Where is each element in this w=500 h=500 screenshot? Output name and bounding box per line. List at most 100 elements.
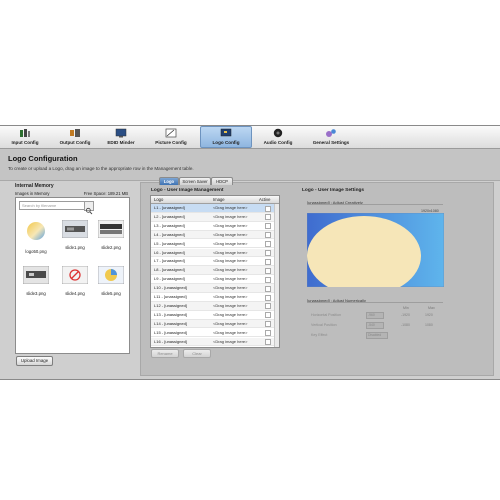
image-drop-target[interactable]: <Drag image here>	[213, 222, 247, 230]
table-row[interactable]: L9 - [unassigned] <Drag image here>	[151, 275, 279, 284]
table-row[interactable]: L10 - [unassigned] <Drag image here>	[151, 284, 279, 293]
field-label: Vertical Position	[311, 323, 337, 327]
active-checkbox[interactable]	[265, 276, 271, 283]
active-checkbox[interactable]	[265, 294, 271, 301]
active-checkbox[interactable]	[265, 330, 271, 337]
active-checkbox[interactable]	[265, 223, 271, 230]
clear-button[interactable]: Clear	[183, 349, 211, 358]
image-drop-target[interactable]: <Drag image here>	[213, 293, 247, 301]
rename-button[interactable]: Rename	[151, 349, 179, 358]
active-checkbox[interactable]	[265, 267, 271, 274]
table-row[interactable]: L13 - [unassigned] <Drag image here>	[151, 311, 279, 320]
image-drop-target[interactable]: <Drag image here>	[213, 275, 247, 283]
active-checkbox[interactable]	[265, 214, 271, 221]
table-row[interactable]: L16 - [unassigned] <Drag image here>	[151, 337, 279, 347]
toolbar-input-config[interactable]: Input Config	[10, 127, 40, 147]
tab-screen-saver[interactable]: Screen Saver	[179, 177, 211, 185]
active-checkbox[interactable]	[265, 250, 271, 256]
picture-config-icon	[165, 128, 177, 138]
active-checkbox[interactable]	[265, 241, 271, 248]
image-drop-target[interactable]: <Drag image here>	[213, 204, 247, 212]
toolbar-label: General Settings	[312, 140, 350, 145]
image-drop-target[interactable]: <Drag image here>	[213, 338, 247, 346]
logo-image-thumbnail	[27, 222, 45, 240]
image-search-input[interactable]: Search by filename	[19, 201, 85, 210]
key-effect-select[interactable]: Disabled	[366, 332, 388, 339]
toolbar-output-config[interactable]: Output Config	[58, 127, 92, 147]
image-drop-target[interactable]: <Drag image here>	[213, 284, 247, 292]
table-scrollbar[interactable]	[274, 204, 279, 347]
tab-hdcp[interactable]: HDCP	[211, 177, 233, 185]
active-checkbox[interactable]	[265, 339, 271, 345]
active-checkbox[interactable]	[265, 321, 271, 328]
table-row[interactable]: L11 - [unassigned] <Drag image here>	[151, 293, 279, 302]
image-drop-target[interactable]: <Drag image here>	[213, 257, 247, 265]
image-drop-target[interactable]: <Drag image here>	[213, 302, 247, 310]
toolbar-label: Audio Config	[263, 140, 293, 145]
toolbar-label: EDID Minder	[107, 140, 135, 145]
image-thumb-slide5[interactable]: slide5.png	[96, 265, 126, 296]
image-filename: logo50.png	[25, 249, 47, 254]
table-row[interactable]: L3 - [unassigned] <Drag image here>	[151, 222, 279, 231]
image-thumb-slide3[interactable]: slide3.png	[21, 265, 51, 296]
image-drop-target[interactable]: <Drag image here>	[213, 320, 247, 328]
active-checkbox[interactable]	[265, 258, 271, 265]
audio-config-icon	[273, 128, 283, 138]
column-header-logo[interactable]: Logo	[154, 196, 163, 203]
page-title: Logo Configuration	[8, 154, 78, 163]
logo-slot-label: L1 - [unassigned]	[154, 205, 185, 210]
image-filename: slide4.png	[65, 291, 85, 296]
column-header-active[interactable]: Active	[259, 196, 270, 203]
image-thumb-slide2[interactable]: slide2.png	[96, 219, 126, 250]
table-row[interactable]: L6 - [unassigned] <Drag image here>	[151, 248, 279, 258]
active-checkbox[interactable]	[265, 312, 271, 319]
search-icon	[85, 207, 93, 215]
image-drop-target[interactable]: <Drag image here>	[213, 266, 247, 274]
image-thumb-slide1[interactable]: slide1.png	[60, 219, 90, 250]
image-drop-target[interactable]: <Drag image here>	[213, 249, 247, 257]
image-drop-target[interactable]: <Drag image here>	[213, 311, 247, 319]
table-row[interactable]: L2 - [unassigned] <Drag image here>	[151, 212, 279, 222]
internal-memory-panel: Internal Memory Images in Memory Free Sp…	[11, 181, 132, 377]
toolbar-label: Input Config	[11, 140, 39, 145]
active-checkbox[interactable]	[265, 232, 271, 239]
toolbar-logo-config[interactable]: Logo Config	[200, 126, 252, 148]
image-drop-target[interactable]: <Drag image here>	[213, 240, 247, 248]
input-config-icon	[20, 129, 30, 137]
table-row[interactable]: L8 - [unassigned] <Drag image here>	[151, 266, 279, 276]
horizontal-position-input[interactable]: -960	[366, 312, 384, 319]
table-row[interactable]: L14 - [unassigned] <Drag image here>	[151, 319, 279, 329]
table-row[interactable]: L1 - [unassigned] <Drag image here>	[151, 204, 279, 213]
table-row[interactable]: L5 - [unassigned] <Drag image here>	[151, 240, 279, 249]
logo-slot-label: L3 - [unassigned]	[154, 222, 185, 228]
logo-slot-label: L16 - [unassigned]	[154, 338, 187, 344]
image-thumb-logo50[interactable]: logo50.png	[21, 220, 51, 254]
slide-image-thumbnail	[97, 265, 125, 285]
search-button[interactable]	[84, 201, 94, 215]
logo-slot-label: L11 - [unassigned]	[154, 294, 187, 299]
tab-logo[interactable]: Logo	[159, 177, 179, 185]
table-row[interactable]: L7 - [unassigned] <Drag image here>	[151, 257, 279, 267]
column-header-image[interactable]: Image	[213, 196, 225, 203]
image-filename: slide1.png	[65, 245, 85, 250]
upload-image-button[interactable]: Upload Image	[16, 356, 53, 366]
table-row[interactable]: L12 - [unassigned] <Drag image here>	[151, 301, 279, 311]
image-filename: slide5.png	[101, 291, 121, 296]
image-drop-target[interactable]: <Drag image here>	[213, 329, 247, 337]
logo-position-preview[interactable]	[307, 213, 444, 287]
toolbar-general-settings[interactable]: General Settings	[309, 127, 353, 147]
table-row[interactable]: L15 - [unassigned] <Drag image here>	[151, 329, 279, 338]
logo-slot-label: L2 - [unassigned]	[154, 213, 185, 219]
image-thumb-slide4[interactable]: slide4.png	[60, 265, 90, 296]
active-checkbox[interactable]	[265, 205, 271, 212]
vertical-position-input[interactable]: -540	[366, 322, 384, 329]
toolbar-audio-config[interactable]: Audio Config	[262, 127, 294, 147]
toolbar-picture-config[interactable]: Picture Config	[153, 127, 189, 147]
active-checkbox[interactable]	[265, 285, 271, 292]
image-drop-target[interactable]: <Drag image here>	[213, 213, 247, 221]
management-title: Logo - User Image Management	[151, 188, 224, 193]
toolbar-edid-minder[interactable]: EDID Minder	[103, 127, 139, 147]
table-row[interactable]: L4 - [unassigned] <Drag image here>	[151, 230, 279, 240]
image-drop-target[interactable]: <Drag image here>	[213, 231, 247, 239]
active-checkbox[interactable]	[265, 303, 271, 310]
